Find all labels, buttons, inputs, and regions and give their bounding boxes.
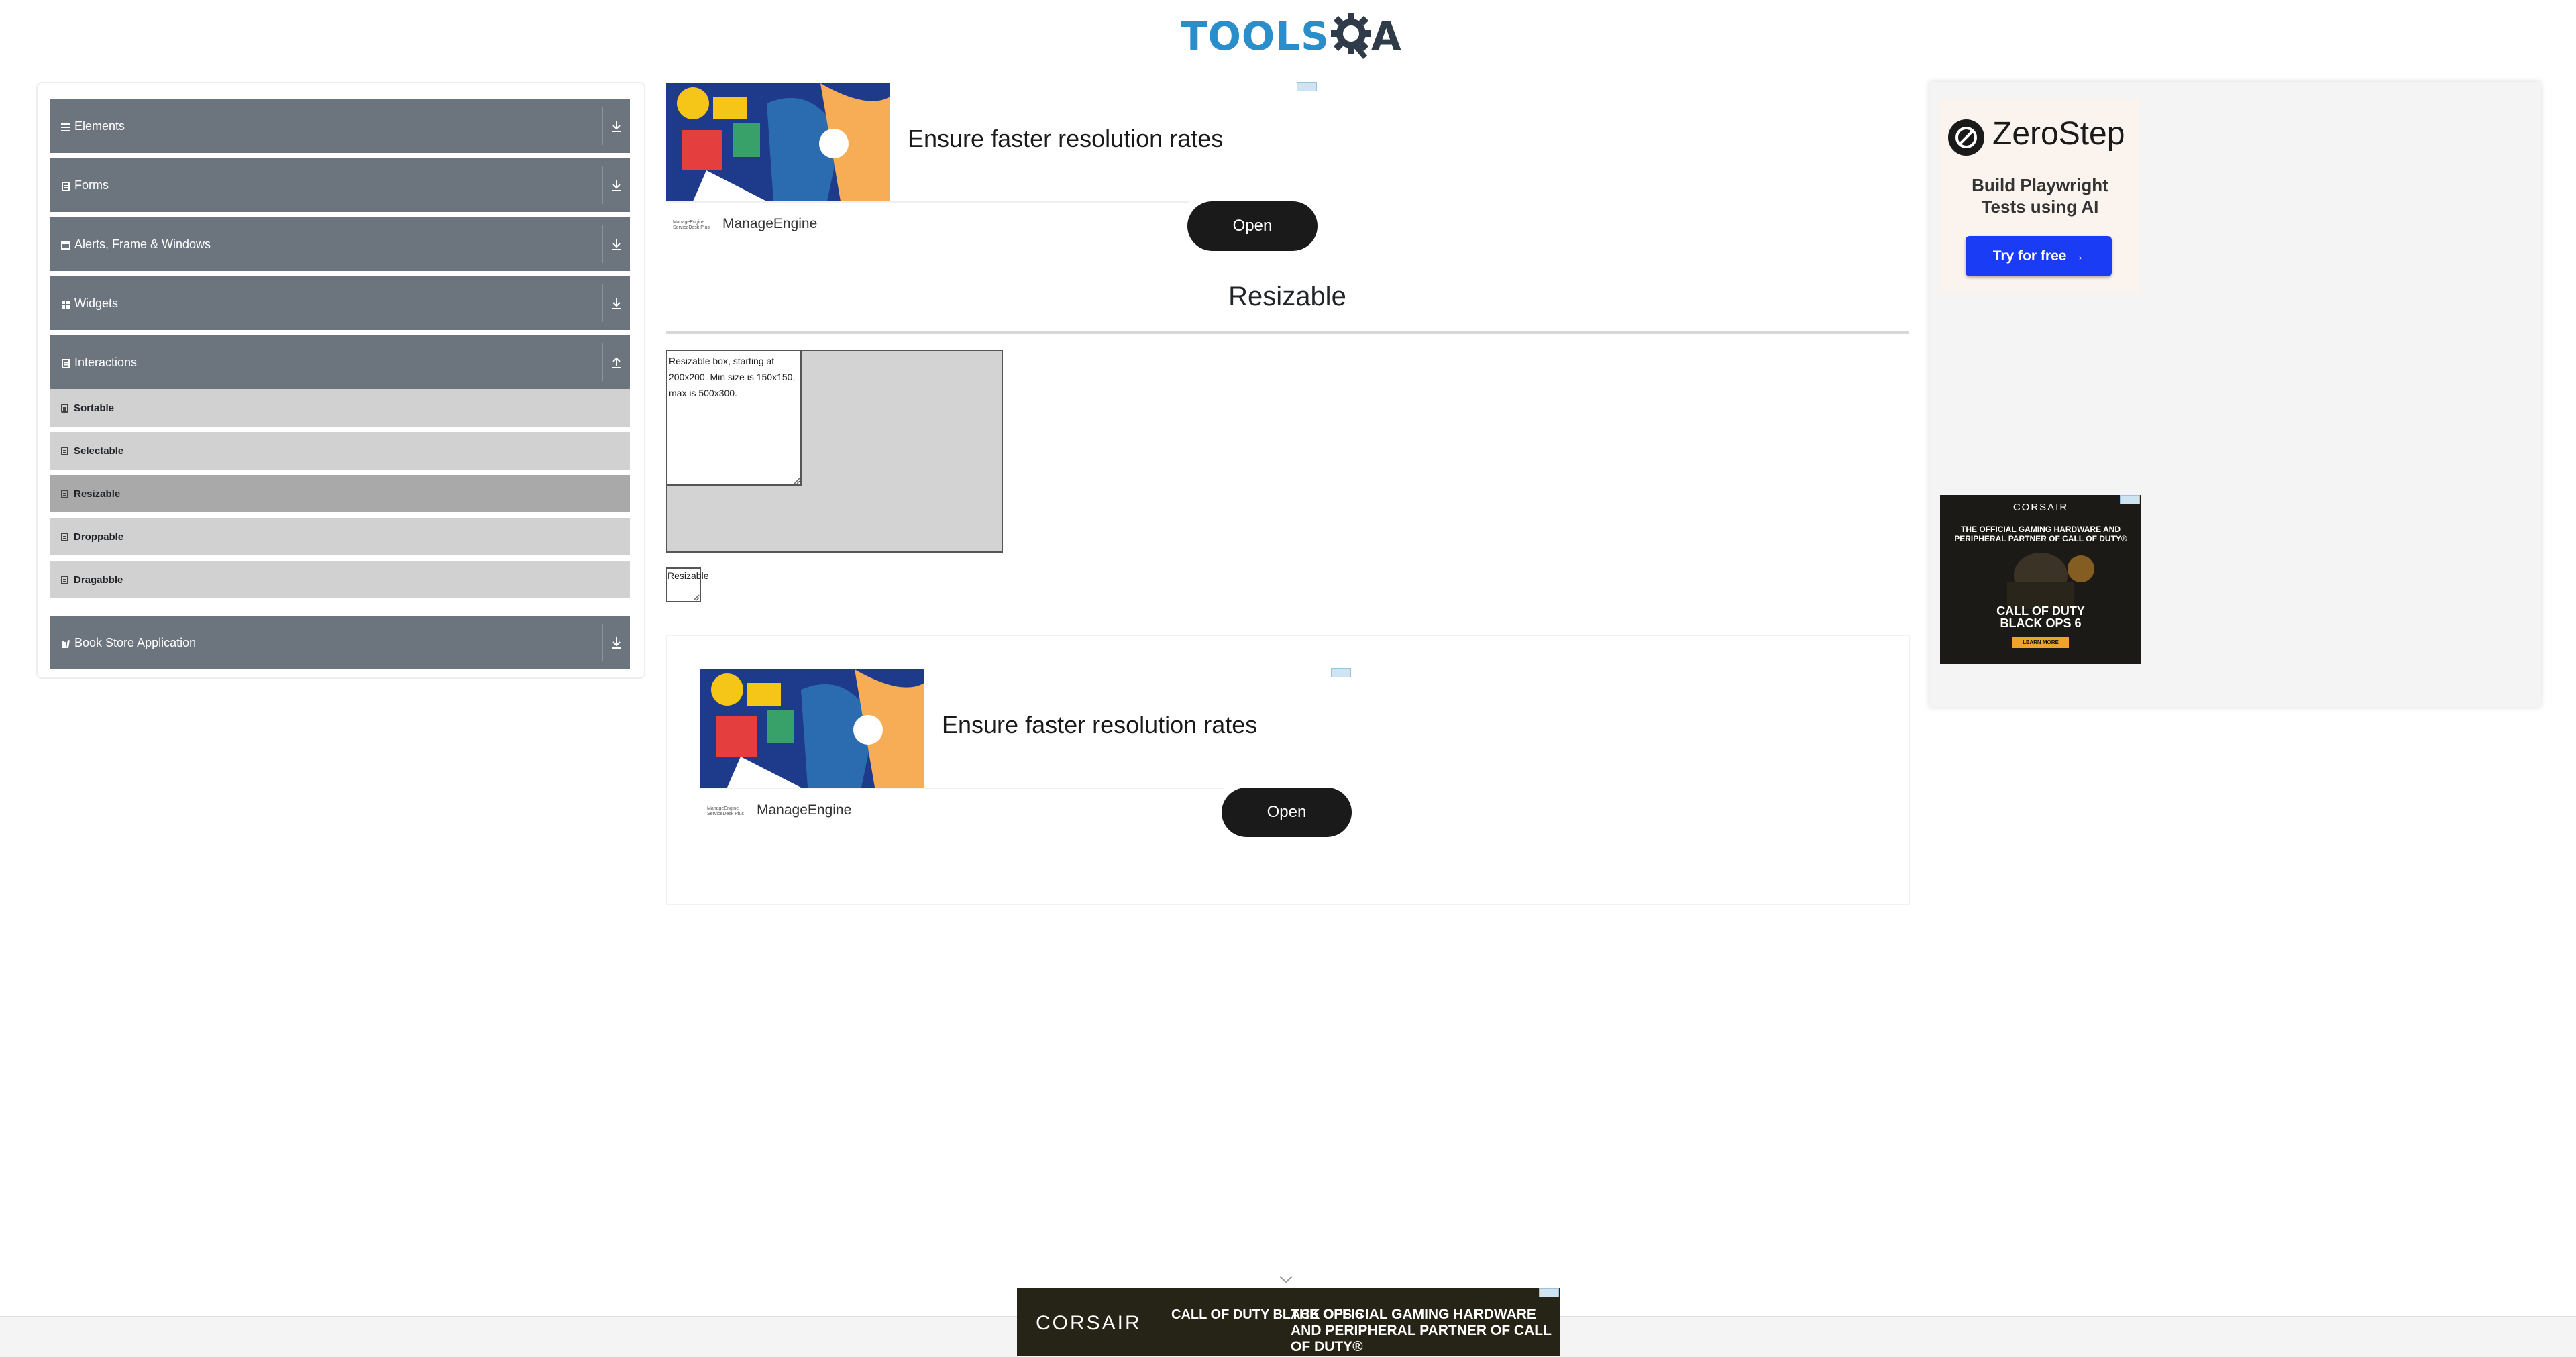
corsair-side-ad[interactable]: CORSAIR THE OFFICIAL GAMING HARDWARE AND… xyxy=(1940,495,2141,664)
form-icon xyxy=(61,358,70,368)
logo-suffix: A xyxy=(1371,13,1401,59)
ad-brand-logo: ManageEngine ServiceDesk Plus xyxy=(707,806,744,816)
adchoices-icon[interactable] xyxy=(1297,82,1317,91)
ad-open-button[interactable]: Open xyxy=(1222,788,1352,837)
sidebar-group-label: Interactions xyxy=(74,355,138,369)
game-logo: CALL OF DUTY BLACK OPS 6 xyxy=(1996,604,2085,630)
resizable-box-text: Resizable box, starting at 200x200. Min … xyxy=(669,356,796,398)
sidebar-group-book-store[interactable]: Book Store Application xyxy=(50,616,630,669)
upload-icon xyxy=(612,357,621,368)
resize-handle-icon[interactable] xyxy=(794,478,800,484)
sidebar-item-selectable[interactable]: Selectable xyxy=(50,432,630,472)
grid-icon xyxy=(61,298,70,309)
sidebar-group-label: Widgets xyxy=(74,296,119,310)
divider xyxy=(602,343,603,381)
soldier-illustration xyxy=(2007,553,2094,609)
zerostep-name: ZeroStep xyxy=(1992,116,2125,152)
divider xyxy=(602,284,603,322)
zerostep-logo-icon xyxy=(1948,119,1984,156)
sidebar-item-label: Resizable xyxy=(74,488,121,500)
try-for-free-button[interactable]: Try for free → xyxy=(1966,236,2112,276)
form-icon xyxy=(61,446,68,455)
download-icon xyxy=(612,180,621,191)
adchoices-icon[interactable] xyxy=(2120,495,2140,504)
sidebar-group-label: Alerts, Frame & Windows xyxy=(74,237,211,251)
sidebar-group-label: Elements xyxy=(74,119,125,133)
corsair-brand: CORSAIR xyxy=(1036,1312,1142,1334)
sidebar-item-label: Sortable xyxy=(74,402,115,414)
divider xyxy=(700,788,1224,789)
sidebar-group-alerts[interactable]: Alerts, Frame & Windows xyxy=(50,217,630,271)
toolsqa-logo[interactable]: TOOLS A xyxy=(1181,9,1401,63)
divider xyxy=(602,107,603,145)
form-icon xyxy=(61,575,68,584)
sidebar-item-dragabble[interactable]: Dragabble xyxy=(50,561,630,601)
sidebar-item-label: Droppable xyxy=(74,531,124,543)
ad-brand-logo: ManageEngine ServiceDesk Plus xyxy=(673,220,710,230)
page-title: Resizable xyxy=(1228,282,1346,311)
ad-brand: ManageEngine xyxy=(757,802,852,818)
sidebar-group-label: Book Store Application xyxy=(74,635,197,649)
form-icon xyxy=(61,403,68,413)
sidebar-item-label: Selectable xyxy=(74,445,124,457)
ad-brand: ManageEngine xyxy=(722,216,818,231)
resizable-box-restricted[interactable]: Resizable box, starting at 200x200. Min … xyxy=(666,350,802,486)
bottom-ad[interactable]: Ensure faster resolution rates ManageEng… xyxy=(700,668,1352,844)
gear-icon xyxy=(1330,13,1371,59)
sidebar-group-elements[interactable]: Elements xyxy=(50,99,630,153)
download-icon xyxy=(612,239,621,250)
top-ad[interactable]: Ensure faster resolution rates ManageEng… xyxy=(666,82,1318,258)
adchoices-icon[interactable] xyxy=(1331,668,1351,677)
divider xyxy=(602,624,603,661)
sidebar-group-forms[interactable]: Forms xyxy=(50,158,630,212)
sidebar-item-resizable[interactable]: Resizable xyxy=(50,475,630,515)
chevron-down-icon[interactable] xyxy=(1279,1274,1293,1284)
form-icon xyxy=(61,489,68,498)
download-icon xyxy=(612,121,621,132)
ad-illustration xyxy=(666,83,890,201)
zerostep-tagline: Build Playwright Tests using AI xyxy=(1972,175,2108,217)
adchoices-icon[interactable] xyxy=(1539,1288,1559,1297)
learn-more-button[interactable]: LEARN MORE xyxy=(2012,637,2069,648)
form-icon xyxy=(61,532,68,541)
book-icon xyxy=(61,638,70,649)
corsair-brand: CORSAIR xyxy=(2012,502,2069,513)
ad-illustration xyxy=(700,669,924,788)
menu-icon xyxy=(61,121,70,131)
download-icon xyxy=(612,298,621,309)
form-icon xyxy=(61,180,70,191)
corsair-banner-ad[interactable]: CORSAIR CALL OF DUTY BLACK OPS 6 THE OFF… xyxy=(1017,1288,1560,1356)
sidebar-group-widgets[interactable]: Widgets xyxy=(50,276,630,330)
logo-text: TOOLS xyxy=(1181,13,1330,59)
resizable-box-text: Resizable xyxy=(667,570,709,581)
sidebar-group-label: Forms xyxy=(74,178,109,192)
divider xyxy=(602,166,603,204)
divider xyxy=(666,331,1909,334)
sidebar-item-sortable[interactable]: Sortable xyxy=(50,389,630,429)
resize-handle-icon[interactable] xyxy=(693,594,700,601)
divider xyxy=(666,201,1189,203)
ad-open-button[interactable]: Open xyxy=(1187,201,1318,251)
ad-title: Ensure faster resolution rates xyxy=(908,125,1224,152)
sidebar-item-label: Dragabble xyxy=(74,574,123,586)
window-icon xyxy=(61,239,70,250)
divider xyxy=(602,225,603,263)
sidebar-group-interactions[interactable]: Interactions xyxy=(50,335,630,389)
download-icon xyxy=(612,637,621,649)
corsair-headline: THE OFFICIAL GAMING HARDWARE AND PERIPHE… xyxy=(1291,1307,1552,1354)
corsair-headline: THE OFFICIAL GAMING HARDWARE AND PERIPHE… xyxy=(1954,525,2127,543)
sidebar-item-droppable[interactable]: Droppable xyxy=(50,518,630,558)
ad-title: Ensure faster resolution rates xyxy=(942,711,1258,739)
